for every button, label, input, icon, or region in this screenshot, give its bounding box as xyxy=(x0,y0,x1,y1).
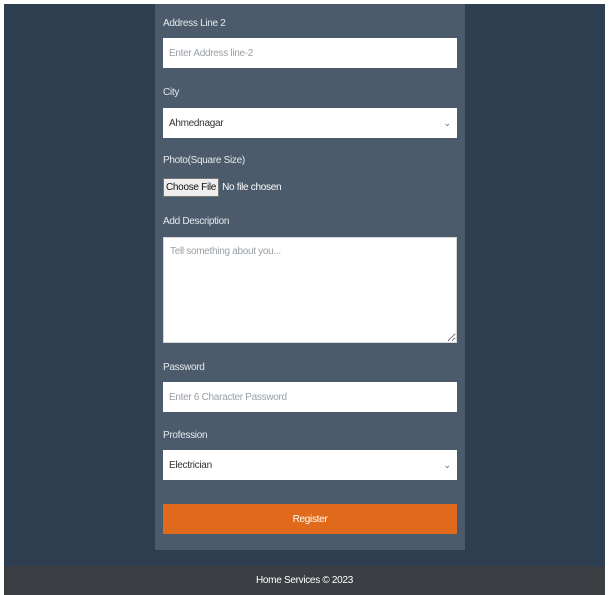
profession-label: Profession xyxy=(163,430,208,441)
address-line2-input[interactable] xyxy=(163,38,457,68)
profession-select[interactable]: Electrician ⌄ xyxy=(163,450,457,480)
choose-file-button[interactable]: Choose File xyxy=(163,177,220,197)
description-label: Add Description xyxy=(163,216,230,227)
password-input[interactable] xyxy=(163,382,457,412)
password-label: Password xyxy=(163,362,205,373)
footer-copyright: Home Services © 2023 xyxy=(256,575,353,586)
footer: Home Services © 2023 xyxy=(4,566,605,595)
city-selected-value: Ahmednagar xyxy=(169,117,224,129)
address-line2-label: Address Line 2 xyxy=(163,18,226,29)
city-label: City xyxy=(163,87,180,98)
photo-label: Photo(Square Size) xyxy=(163,155,245,166)
register-button[interactable]: Register xyxy=(163,504,457,534)
file-status-text: No file chosen xyxy=(222,181,282,193)
chevron-down-icon: ⌄ xyxy=(443,117,451,128)
description-textarea[interactable] xyxy=(163,237,457,343)
profession-selected-value: Electrician xyxy=(169,459,212,471)
city-select[interactable]: Ahmednagar ⌄ xyxy=(163,108,457,138)
photo-file-input: Choose File No file chosen xyxy=(163,177,282,197)
chevron-down-icon: ⌄ xyxy=(443,459,451,470)
